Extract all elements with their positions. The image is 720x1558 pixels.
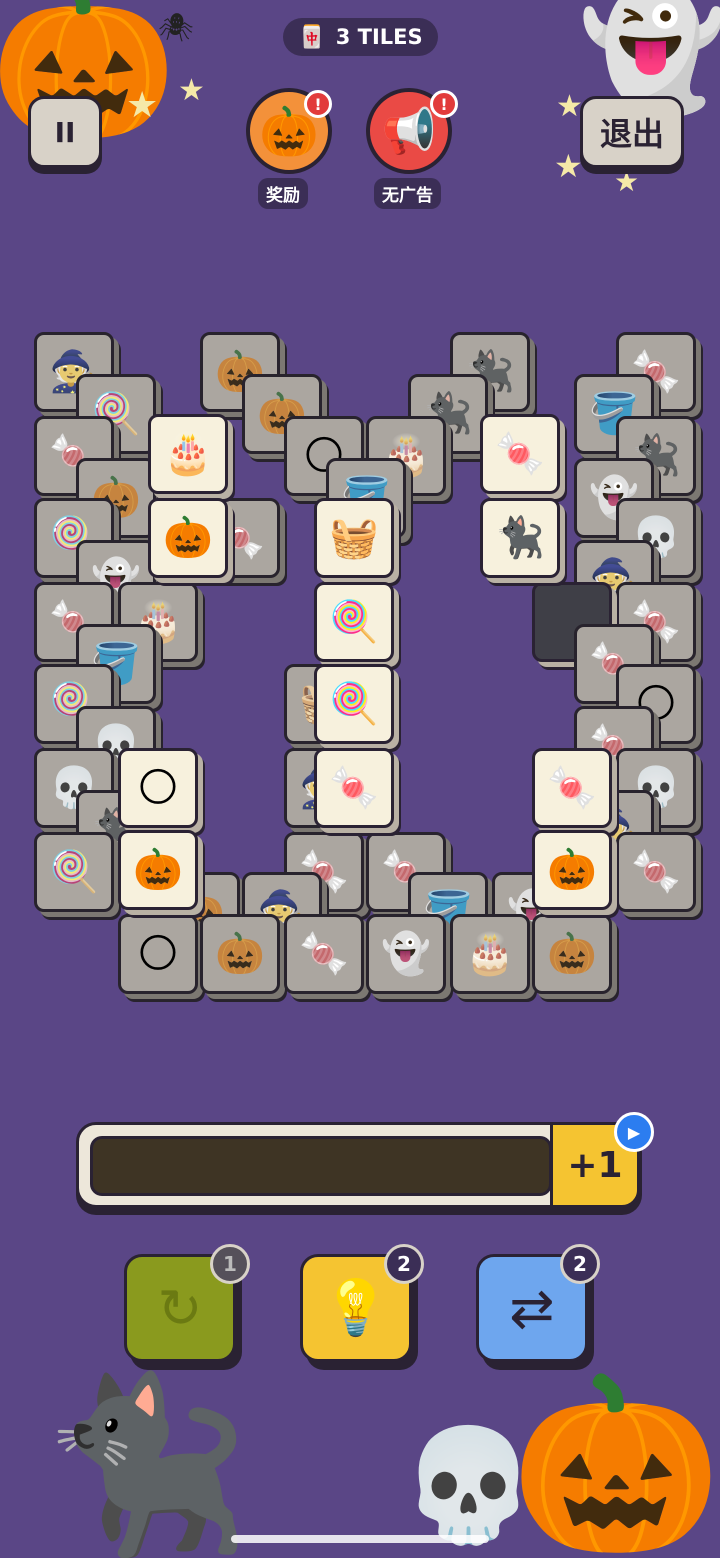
tiles-icon: 🀄 (298, 24, 326, 50)
star-icon: ★ (556, 89, 583, 124)
undo-icon: ↻ (157, 1276, 203, 1340)
tile-candy[interactable]: 🍬 (532, 748, 612, 828)
tile-cake: 🎂 (450, 914, 530, 994)
megaphone-icon: 📢 (381, 106, 437, 157)
reward-label: 奖励 (258, 178, 308, 209)
home-indicator[interactable] (231, 1535, 489, 1543)
tile-candy-cane[interactable]: 🍭 (314, 664, 394, 744)
tiles-counter: 🀄 3 TILES (283, 18, 438, 56)
tile-pumpkin-bag[interactable]: 🎃 (118, 830, 198, 910)
tile-ghost: 👻 (366, 914, 446, 994)
tile-wrapped-candy: 🍬 (284, 914, 364, 994)
tile-moon[interactable]: 🌕 (118, 748, 198, 828)
exit-button[interactable]: 退出 (580, 96, 684, 168)
pause-button[interactable]: II (28, 96, 102, 168)
tile-moon: 🌕 (118, 914, 198, 994)
star-icon: ★ (126, 85, 159, 126)
tile-candy[interactable]: 🍬 (480, 414, 560, 494)
pause-icon: II (54, 115, 76, 149)
ghost-decoration-icon: 👻 (578, 0, 720, 119)
star-icon: ★ (554, 147, 583, 185)
add-slot-label: +1 (567, 1144, 623, 1186)
tile-cat[interactable]: 🐈‍⬛ (480, 498, 560, 578)
lightbulb-icon: 💡 (322, 1276, 390, 1339)
no-ads-label: 无广告 (374, 178, 441, 209)
watch-ad-icon[interactable]: ▶ (614, 1112, 654, 1152)
hint-count-badge: 2 (384, 1244, 424, 1284)
tile-pumpkin[interactable]: 🎃 (148, 498, 228, 578)
tile-cake[interactable]: 🎂 (148, 414, 228, 494)
undo-count-badge: 1 (210, 1244, 250, 1284)
spider-icon: 🕷 (158, 11, 194, 44)
tile-basket[interactable]: 🧺 (314, 498, 394, 578)
tile-slot-tray (90, 1136, 552, 1196)
tile-lollipop: 🍭 (34, 832, 114, 912)
star-icon: ★ (178, 73, 205, 108)
exit-label: 退出 (599, 115, 664, 153)
tile-pumpkin: 🎃 (200, 914, 280, 994)
shuffle-count-badge: 2 (560, 1244, 600, 1284)
no-ads-alert-icon: ! (430, 90, 458, 118)
black-cat-decoration-icon: 🐈‍⬛ (40, 1366, 252, 1558)
tile-wrapped-candy[interactable]: 🍬 (314, 748, 394, 828)
tile-lollipop[interactable]: 🍭 (314, 582, 394, 662)
shuffle-icon: ⇄ (509, 1276, 555, 1340)
star-icon: ★ (614, 165, 640, 198)
tile-pumpkin[interactable]: 🎃 (532, 830, 612, 910)
tiles-counter-label: 3 TILES (335, 25, 423, 49)
pumpkin-witch-decoration-icon: 🎃 (510, 1366, 720, 1558)
tile-wrapped-candy: 🍬 (616, 832, 696, 912)
reward-alert-icon: ! (304, 90, 332, 118)
tile-pumpkin: 🎃 (532, 914, 612, 994)
